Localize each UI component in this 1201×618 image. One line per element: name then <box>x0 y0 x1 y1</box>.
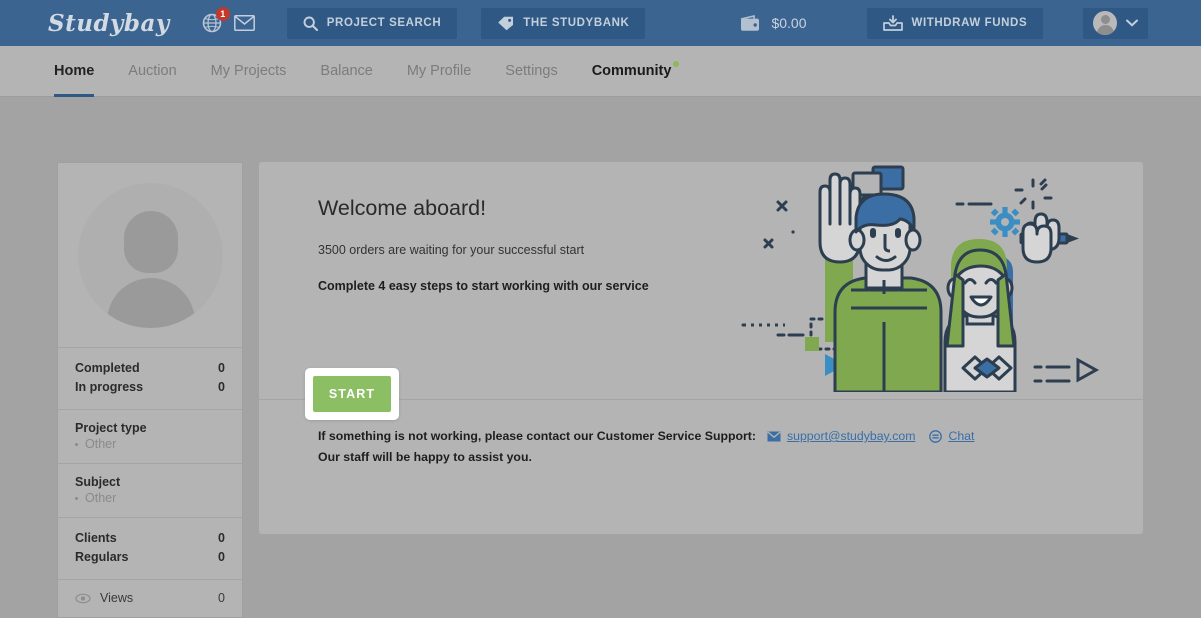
notification-badge: 1 <box>215 7 230 21</box>
eye-icon <box>75 593 91 604</box>
stat-label: Completed <box>75 361 140 375</box>
studybank-button[interactable]: THE STUDYBANK <box>481 7 646 39</box>
bullet-dot <box>75 496 78 500</box>
sidebar-row-in-progress: In progress 0 <box>75 378 225 397</box>
welcome-area: Welcome aboard! 3500 orders are waiting … <box>259 162 1143 420</box>
search-icon <box>303 16 318 31</box>
page-title: Welcome aboard! <box>318 196 487 220</box>
sidebar-section-subject: Subject Other <box>58 463 242 517</box>
nav-label: Settings <box>505 63 558 79</box>
withdraw-label: WITHDRAW FUNDS <box>911 17 1028 29</box>
envelope-icon[interactable] <box>233 15 255 31</box>
nav-item-home[interactable]: Home <box>54 46 95 97</box>
project-type-item: Other <box>75 437 225 451</box>
withdraw-icon <box>882 15 903 31</box>
nav-item-my-profile[interactable]: My Profile <box>407 46 471 97</box>
start-button-focus-ring: START <box>305 368 399 420</box>
stat-label: Regulars <box>75 550 129 564</box>
welcome-steps-text: Complete 4 easy steps to start working w… <box>318 279 649 293</box>
item-label: Other <box>85 491 117 505</box>
studybank-label: THE STUDYBANK <box>523 17 630 29</box>
support-email-text: support@studybay.com <box>786 429 916 443</box>
avatar <box>77 182 223 328</box>
nav-item-my-projects[interactable]: My Projects <box>211 46 287 97</box>
support-text: If something is not working, please cont… <box>318 429 756 443</box>
section-title: Subject <box>75 475 121 489</box>
stat-value: 0 <box>218 550 225 564</box>
profile-avatar-wrap[interactable] <box>58 163 242 347</box>
nav-item-settings[interactable]: Settings <box>505 46 557 97</box>
project-search-label: PROJECT SEARCH <box>326 17 442 29</box>
studybay-logo[interactable]: Studybay <box>48 10 170 37</box>
section-title: Project type <box>75 421 147 435</box>
envelope-icon <box>767 431 781 442</box>
welcome-panel: Welcome aboard! 3500 orders are waiting … <box>259 162 1143 534</box>
support-line-2: Our staff will be happy to assist you. <box>318 450 532 464</box>
nav-item-community[interactable]: Community <box>592 46 680 97</box>
sidebar-section-views: Views 0 <box>58 579 242 617</box>
tag-icon <box>497 16 514 31</box>
stat-value: 0 <box>218 361 225 375</box>
nav-item-balance[interactable]: Balance <box>320 46 372 97</box>
views-label: Views <box>100 591 134 605</box>
subject-item: Other <box>75 491 225 505</box>
support-line-1: If something is not working, please cont… <box>318 426 1143 447</box>
support-chat-link[interactable]: Chat <box>929 426 974 447</box>
nav-label: My Projects <box>210 63 287 79</box>
support-email-link[interactable]: support@studybay.com <box>767 426 915 447</box>
withdraw-funds-button[interactable]: WITHDRAW FUNDS <box>866 7 1044 39</box>
avatar <box>1093 11 1118 35</box>
welcome-subtitle: 3500 orders are waiting for your success… <box>318 243 585 257</box>
nav-label: Auction <box>128 63 177 79</box>
nav-item-auction[interactable]: Auction <box>128 46 176 97</box>
balance-display[interactable]: $0.00 <box>740 14 807 32</box>
sidebar-row-completed: Completed 0 <box>75 359 225 378</box>
start-button[interactable]: START <box>313 376 391 412</box>
sidebar-row-regulars: Regulars 0 <box>75 548 225 567</box>
page-body: Completed 0 In progress 0 Project type O… <box>0 97 1201 618</box>
profile-sidebar: Completed 0 In progress 0 Project type O… <box>57 162 243 618</box>
bullet-dot <box>75 442 78 446</box>
new-indicator-dot <box>673 60 680 67</box>
stat-label: In progress <box>75 380 144 394</box>
sidebar-section-clients: Clients 0 Regulars 0 <box>58 517 242 579</box>
support-chat-text: Chat <box>948 429 975 443</box>
globe-icon[interactable]: 1 <box>202 7 230 33</box>
user-menu-button[interactable] <box>1083 7 1149 39</box>
top-header-bar: Studybay 1 PROJECT SEARCH THE STUDYBANK … <box>0 0 1201 46</box>
nav-label: My Profile <box>406 63 472 79</box>
stat-value: 0 <box>218 380 225 394</box>
sidebar-section-orders: Completed 0 In progress 0 <box>58 347 242 409</box>
chat-icon <box>929 430 943 443</box>
nav-label: Home <box>54 63 95 79</box>
nav-label: Community <box>591 63 672 79</box>
wallet-icon <box>740 14 761 32</box>
project-search-button[interactable]: PROJECT SEARCH <box>286 7 458 39</box>
views-value: 0 <box>218 591 225 605</box>
chevron-down-icon <box>1126 19 1139 27</box>
sidebar-row-clients: Clients 0 <box>75 529 225 548</box>
two-people-waving-illustration <box>723 162 1143 392</box>
header-icon-group: 1 <box>202 7 255 33</box>
main-navigation: Home Auction My Projects Balance My Prof… <box>0 46 1201 97</box>
stat-label: Clients <box>75 531 117 545</box>
stat-value: 0 <box>218 531 225 545</box>
item-label: Other <box>85 437 117 451</box>
balance-amount: $0.00 <box>771 15 807 31</box>
nav-label: Balance <box>320 63 373 79</box>
sidebar-section-project-type: Project type Other <box>58 409 242 463</box>
welcome-text-block: Welcome aboard! 3500 orders are waiting … <box>318 196 649 293</box>
